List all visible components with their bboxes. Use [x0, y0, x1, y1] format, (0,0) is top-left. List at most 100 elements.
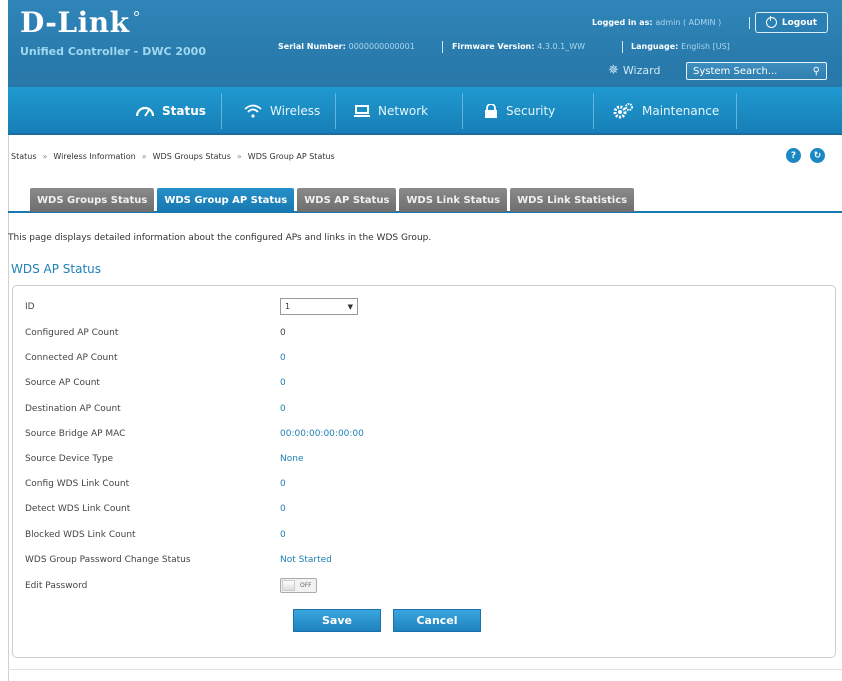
divider [736, 93, 737, 129]
field-label: Source Device Type [25, 454, 114, 464]
serial-label: Serial Number: [278, 42, 346, 51]
breadcrumb-separator: » [42, 152, 48, 161]
network-icon [354, 105, 370, 117]
tab-bar: WDS Groups Status WDS Group AP Status WD… [30, 188, 635, 212]
status-row: Source Bridge AP MAC 00:00:00:00:00:00 [25, 429, 364, 439]
menu-label: Wireless [270, 104, 321, 118]
main-menu: Status Wireless Network Security Mainten… [8, 87, 842, 135]
dlink-logo: D-Link [20, 6, 130, 39]
field-value: 0 [280, 328, 286, 338]
divider [8, 669, 842, 670]
id-selected-value: 1 [285, 302, 291, 311]
field-label: Source AP Count [25, 378, 100, 388]
lock-icon [485, 104, 497, 118]
menu-label: Status [162, 104, 206, 118]
search-icon: ⚲ [812, 65, 820, 77]
field-value: Not Started [280, 555, 332, 565]
serial-value: 0000000000001 [348, 42, 415, 51]
save-button[interactable]: Save [293, 609, 381, 632]
tab-wds-groups-status[interactable]: WDS Groups Status [30, 188, 155, 212]
wizard-label: Wizard [622, 64, 661, 77]
menu-label: Maintenance [642, 104, 720, 118]
status-row: Destination AP Count 0 [25, 404, 286, 414]
status-row: Connected AP Count 0 [25, 353, 286, 363]
toggle-knob [282, 580, 295, 591]
registered-mark-icon [134, 11, 139, 16]
search-placeholder: System Search... [693, 65, 778, 77]
cancel-button[interactable]: Cancel [393, 609, 481, 632]
logout-button[interactable]: Logout [755, 12, 828, 33]
section-title: WDS AP Status [11, 262, 102, 276]
status-panel [12, 285, 836, 658]
field-label: Connected AP Count [25, 353, 118, 363]
divider [593, 93, 594, 129]
divider [221, 93, 222, 129]
divider [622, 41, 623, 53]
dropdown-arrow-icon: ▼ [347, 302, 353, 311]
breadcrumb-item[interactable]: Wireless Information [53, 152, 135, 161]
menu-label: Network [378, 104, 429, 118]
status-row: Detect WDS Link Count 0 [25, 504, 286, 514]
id-select[interactable]: 1 ▼ [280, 298, 358, 315]
breadcrumb-item[interactable]: Status [11, 152, 37, 161]
field-label: Edit Password [25, 580, 88, 591]
system-search-input[interactable]: System Search... ⚲ [686, 62, 827, 80]
breadcrumb-item: WDS Group AP Status [247, 152, 335, 161]
wizard-link[interactable]: ✵ Wizard [608, 63, 660, 78]
help-icon[interactable]: ? [786, 148, 801, 163]
status-row: Source AP Count 0 [25, 378, 286, 388]
tab-wds-link-statistics[interactable]: WDS Link Statistics [510, 188, 635, 212]
serial-number: Serial Number: 0000000000001 [278, 42, 415, 51]
menu-item-wireless[interactable]: Wireless [244, 87, 320, 135]
status-row: Config WDS Link Count 0 [25, 479, 286, 489]
field-value: 0 [280, 479, 286, 489]
menu-item-maintenance[interactable]: Maintenance [612, 87, 719, 135]
field-value: 0 [280, 353, 286, 363]
edit-password-row: Edit Password OFF [25, 578, 317, 593]
field-label: WDS Group Password Change Status [25, 555, 191, 565]
logged-in-info: Logged in as: admin ( ADMIN ) [592, 18, 721, 27]
status-row: Blocked WDS Link Count 0 [25, 530, 286, 540]
tab-wds-ap-status[interactable]: WDS AP Status [297, 188, 397, 212]
field-label: Source Bridge AP MAC [25, 429, 126, 439]
status-row: Source Device Type None [25, 454, 303, 464]
field-label: Detect WDS Link Count [25, 504, 131, 514]
field-value: 0 [280, 378, 286, 388]
logged-in-user: admin ( ADMIN ) [655, 18, 722, 27]
field-value: 0 [280, 530, 286, 540]
logout-label: Logout [781, 17, 818, 28]
field-label: Configured AP Count [25, 328, 119, 338]
divider [335, 93, 336, 129]
field-label: ID [25, 301, 35, 312]
firmware-label: Firmware Version: [452, 42, 535, 51]
page-description: This page displays detailed information … [8, 233, 432, 243]
menu-label: Security [506, 104, 556, 118]
field-label: Config WDS Link Count [25, 479, 130, 489]
field-value: 0 [280, 504, 286, 514]
refresh-icon[interactable]: ↻ [810, 148, 825, 163]
language-value[interactable]: English [US] [681, 42, 730, 51]
power-icon [765, 16, 777, 28]
field-label: Blocked WDS Link Count [25, 530, 136, 540]
breadcrumb: Status » Wireless Information » WDS Grou… [11, 152, 335, 161]
header: D-Link Unified Controller - DWC 2000 Log… [0, 0, 842, 87]
menu-item-network[interactable]: Network [354, 87, 428, 135]
product-name: Unified Controller - DWC 2000 [20, 45, 206, 58]
divider [749, 17, 750, 29]
menu-item-status[interactable]: Status [136, 87, 206, 135]
breadcrumb-item[interactable]: WDS Groups Status [153, 152, 231, 161]
gears-icon [613, 103, 633, 119]
edit-password-toggle[interactable]: OFF [280, 578, 317, 593]
firmware-value: 4.3.0.1_WW [537, 42, 586, 51]
status-row: Configured AP Count 0 [25, 328, 286, 338]
tab-wds-group-ap-status[interactable]: WDS Group AP Status [157, 188, 295, 212]
status-row: WDS Group Password Change Status Not Sta… [25, 555, 332, 565]
logged-in-label: Logged in as: [592, 18, 653, 27]
page-border [8, 135, 9, 681]
wifi-icon [244, 104, 262, 118]
id-row: ID 1 ▼ [25, 298, 358, 315]
language-label: Language: [631, 42, 679, 51]
menu-item-security[interactable]: Security [484, 87, 555, 135]
tab-wds-link-status[interactable]: WDS Link Status [399, 188, 508, 212]
language-info[interactable]: Language: English [US] [631, 42, 730, 51]
